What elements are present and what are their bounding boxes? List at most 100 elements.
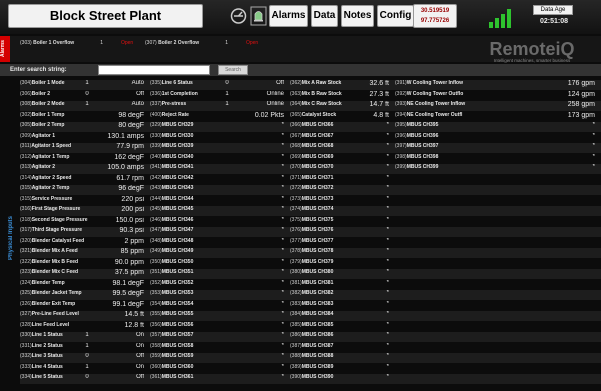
channel-label[interactable]: (326)Blender Exit Temp: [20, 301, 102, 311]
channel-label[interactable]: (339)MBUS CH339: [150, 143, 242, 153]
channel-label[interactable]: (371)MBUS CH371: [290, 175, 347, 185]
alarms-tab[interactable]: Alarms: [0, 36, 10, 62]
channel-label[interactable]: (399)MBUS CH399: [395, 164, 553, 174]
config-button[interactable]: Config: [377, 5, 414, 27]
data-age-button[interactable]: Data Age: [533, 5, 573, 15]
channel-label[interactable]: (314)Agitator 2 Speed: [20, 175, 102, 185]
channel-label[interactable]: (389)MBUS CH389: [290, 364, 347, 374]
data-button[interactable]: Data: [311, 5, 338, 27]
channel-label[interactable]: (387)MBUS CH387: [290, 343, 347, 353]
channel-label[interactable]: (378)MBUS CH378: [290, 248, 347, 258]
channel-label[interactable]: (364)Mix C Raw Stock: [290, 101, 347, 111]
channel-label[interactable]: (369)MBUS CH369: [290, 154, 347, 164]
channel-label[interactable]: (351)MBUS CH351: [150, 269, 242, 279]
bell-icon[interactable]: [250, 6, 267, 26]
notes-button[interactable]: Notes: [341, 5, 374, 27]
channel-label[interactable]: (330)MBUS CH330: [150, 133, 242, 143]
alarm-row[interactable]: (307) Boiler 2 Overflow 1 Open: [145, 39, 258, 47]
channel-label[interactable]: (362)Mix A Raw Stock: [290, 80, 347, 90]
channel-label[interactable]: (370)MBUS CH370: [290, 164, 347, 174]
channel-label[interactable]: (323)Blender Mix C Feed: [20, 269, 102, 279]
channel-label[interactable]: (383)MBUS CH383: [290, 301, 347, 311]
channel-label[interactable]: (366)MBUS CH366: [290, 122, 347, 132]
channel-label[interactable]: (373)MBUS CH373: [290, 196, 347, 206]
channel-label[interactable]: (327)Pre-Line Feed Level: [20, 311, 102, 321]
channel-label[interactable]: (381)MBUS CH381: [290, 280, 347, 290]
channel-label[interactable]: (361)MBUS CH361: [150, 374, 242, 384]
channel-label[interactable]: (349)MBUS CH349: [150, 248, 242, 258]
channel-label[interactable]: (372)MBUS CH372: [290, 185, 347, 195]
gauge-icon[interactable]: [230, 6, 247, 26]
channel-label[interactable]: (394)NE Cooling Tower Outfl: [395, 112, 553, 122]
channel-label[interactable]: (395)MBUS CH395: [395, 122, 553, 132]
channel-label[interactable]: (346)MBUS CH346: [150, 217, 242, 227]
channel-label[interactable]: (355)MBUS CH355: [150, 311, 242, 321]
channel-id: (330): [150, 132, 162, 139]
channel-label[interactable]: (386)MBUS CH386: [290, 332, 347, 342]
channel-label[interactable]: (358)MBUS CH358: [150, 343, 242, 353]
channel-label[interactable]: (328)Line Feed Level: [20, 322, 102, 332]
channel-label[interactable]: (379)MBUS CH379: [290, 259, 347, 269]
channel-value: *: [386, 321, 389, 328]
channel-label[interactable]: (316)First Stage Pressure: [20, 206, 102, 216]
channel-label[interactable]: (363)Mix B Raw Stock: [290, 91, 347, 101]
channel-label[interactable]: (391)W Cooling Tower Inflow: [395, 80, 553, 90]
channel-label[interactable]: (340)MBUS CH340: [150, 154, 242, 164]
channel-label[interactable]: (356)MBUS CH356: [150, 322, 242, 332]
channel-label[interactable]: (317)Third Stage Pressure: [20, 227, 102, 237]
channel-label[interactable]: (344)MBUS CH344: [150, 196, 242, 206]
channel-label[interactable]: (348)MBUS CH348: [150, 238, 242, 248]
channel-label[interactable]: (352)MBUS CH352: [150, 280, 242, 290]
search-input[interactable]: [98, 65, 210, 75]
channel-label[interactable]: (357)MBUS CH357: [150, 332, 242, 342]
channel-label[interactable]: (380)MBUS CH380: [290, 269, 347, 279]
channel-label[interactable]: (392)W Cooling Tower Outflo: [395, 91, 553, 101]
channel-label[interactable]: (376)MBUS CH376: [290, 227, 347, 237]
channel-label[interactable]: (360)MBUS CH360: [150, 364, 242, 374]
channel-label[interactable]: (397)MBUS CH397: [395, 143, 553, 153]
channel-label[interactable]: (321)Blender Mix A Feed: [20, 248, 102, 258]
channel-label[interactable]: (347)MBUS CH347: [150, 227, 242, 237]
channel-label[interactable]: (382)MBUS CH382: [290, 290, 347, 300]
channel-label[interactable]: (377)MBUS CH377: [290, 238, 347, 248]
channel-label[interactable]: (350)MBUS CH350: [150, 259, 242, 269]
channel-label[interactable]: (318)Second Stage Pressure: [20, 217, 102, 227]
channel-label[interactable]: (309)Agitator 1: [20, 133, 102, 143]
channel-label[interactable]: (322)Blender Mix B Feed: [20, 259, 102, 269]
channel-label[interactable]: (393)NE Cooling Tower Inflow: [395, 101, 553, 111]
channel-label[interactable]: (354)MBUS CH354: [150, 301, 242, 311]
channel-label[interactable]: (367)MBUS CH367: [290, 133, 347, 143]
channel-label[interactable]: (320)Blender Catalyst Feed: [20, 238, 102, 248]
alarms-button[interactable]: Alarms: [269, 5, 308, 27]
channel-label[interactable]: (312)Agitator 1 Temp: [20, 154, 102, 164]
search-button[interactable]: Search: [218, 65, 248, 75]
channel-label[interactable]: (313)Agitator 2: [20, 164, 102, 174]
channel-label[interactable]: (384)MBUS CH384: [290, 311, 347, 321]
channel-label[interactable]: (353)MBUS CH353: [150, 290, 242, 300]
channel-label[interactable]: (342)MBUS CH342: [150, 175, 242, 185]
channel-label[interactable]: (396)MBUS CH396: [395, 133, 553, 143]
channel-label[interactable]: (315)Service Pressure: [20, 196, 102, 206]
channel-label[interactable]: (385)MBUS CH385: [290, 322, 347, 332]
channel-label[interactable]: (329)MBUS CH329: [150, 122, 242, 132]
channel-label[interactable]: (305)Boiler 2 Temp: [20, 122, 102, 132]
channel-label[interactable]: (343)MBUS CH343: [150, 185, 242, 195]
channel-label[interactable]: (374)MBUS CH374: [290, 206, 347, 216]
channel-label[interactable]: (365)Catalyst Stock: [290, 112, 347, 122]
channel-label[interactable]: (315)Agitator 2 Temp: [20, 185, 102, 195]
channel-label[interactable]: (311)Agitator 1 Speed: [20, 143, 102, 153]
physical-inputs-tab[interactable]: Physical Inputs: [8, 80, 16, 388]
channel-label[interactable]: (359)MBUS CH359: [150, 353, 242, 363]
channel-label[interactable]: (400)Reject Rate: [150, 112, 242, 122]
channel-label[interactable]: (368)MBUS CH368: [290, 143, 347, 153]
channel-label[interactable]: (375)MBUS CH375: [290, 217, 347, 227]
channel-label[interactable]: (345)MBUS CH345: [150, 206, 242, 216]
channel-label[interactable]: (388)MBUS CH388: [290, 353, 347, 363]
channel-label[interactable]: (398)MBUS CH398: [395, 154, 553, 164]
channel-label[interactable]: (341)MBUS CH341: [150, 164, 242, 174]
channel-label[interactable]: (390)MBUS CH390: [290, 374, 347, 384]
channel-label[interactable]: (325)Blender Jacket Temp: [20, 290, 102, 300]
channel-label[interactable]: (324)Blender Temp: [20, 280, 102, 290]
alarm-row[interactable]: (303) Boiler 1 Overflow 1 Open: [20, 39, 133, 47]
channel-label[interactable]: (302)Boiler 1 Temp: [20, 112, 102, 122]
